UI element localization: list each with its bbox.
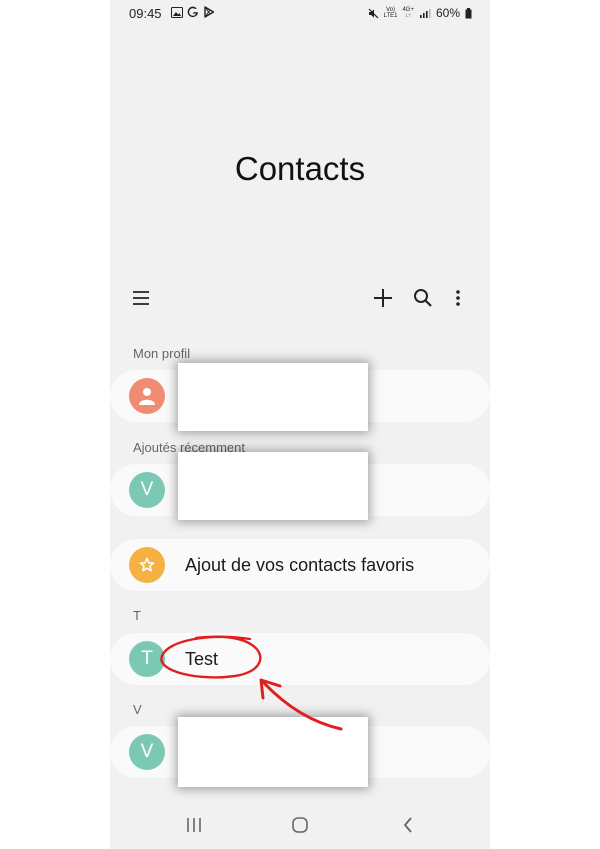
contact-name: Test [185, 649, 219, 669]
network-badge: Vo) LTE1 [383, 7, 398, 19]
navigation-bar [110, 805, 490, 845]
add-contact-button[interactable] [369, 284, 397, 312]
mute-icon [368, 8, 378, 18]
favorites-avatar [129, 547, 165, 583]
google-icon [187, 6, 198, 18]
notification-icons [171, 6, 215, 18]
battery-percent: 60% [435, 6, 460, 20]
section-header-v: V [133, 702, 142, 717]
avatar [129, 378, 165, 414]
section-header-t: T [133, 608, 141, 623]
avatar: V [129, 472, 165, 508]
back-button[interactable] [396, 813, 420, 837]
image-icon [171, 6, 183, 18]
avatar: T [129, 641, 165, 677]
home-button[interactable] [288, 813, 312, 837]
recents-button[interactable] [182, 813, 206, 837]
more-options-button[interactable] [444, 284, 472, 312]
plus-icon [374, 289, 392, 307]
signal-icon [419, 9, 431, 18]
star-icon [139, 557, 155, 572]
redacted-name [178, 363, 368, 431]
favorites-label: Ajout de vos contacts favoris [185, 555, 415, 575]
page-title: Contacts [234, 150, 366, 187]
add-favorites-card[interactable]: Ajout de vos contacts favoris [110, 539, 490, 591]
recents-icon [187, 818, 201, 832]
battery-icon [465, 7, 472, 18]
home-icon [292, 817, 308, 833]
redacted-name [178, 717, 368, 787]
avatar: V [129, 734, 165, 770]
contact-card-test[interactable]: T Test [110, 633, 490, 685]
redacted-name [178, 452, 368, 520]
status-time: 09:45 [129, 6, 162, 21]
hamburger-icon [133, 291, 149, 305]
lte-badge: 4G+ ↓↑ [402, 7, 414, 19]
back-icon [403, 817, 412, 833]
toolbar [110, 284, 490, 312]
search-button[interactable] [409, 284, 437, 312]
status-bar: 09:45 Vo) LTE1 4G+ ↓↑ 60% [110, 0, 490, 28]
phone-screen: 09:45 Vo) LTE1 4G+ ↓↑ 60% Contacts Mon p… [110, 0, 490, 849]
more-vertical-icon [456, 290, 460, 306]
system-icons: Vo) LTE1 4G+ ↓↑ 60% [368, 6, 472, 20]
section-header-my-profile: Mon profil [133, 346, 191, 361]
play-store-icon [204, 6, 215, 18]
person-icon [139, 388, 155, 405]
search-icon [414, 289, 432, 307]
menu-button[interactable] [127, 284, 155, 312]
